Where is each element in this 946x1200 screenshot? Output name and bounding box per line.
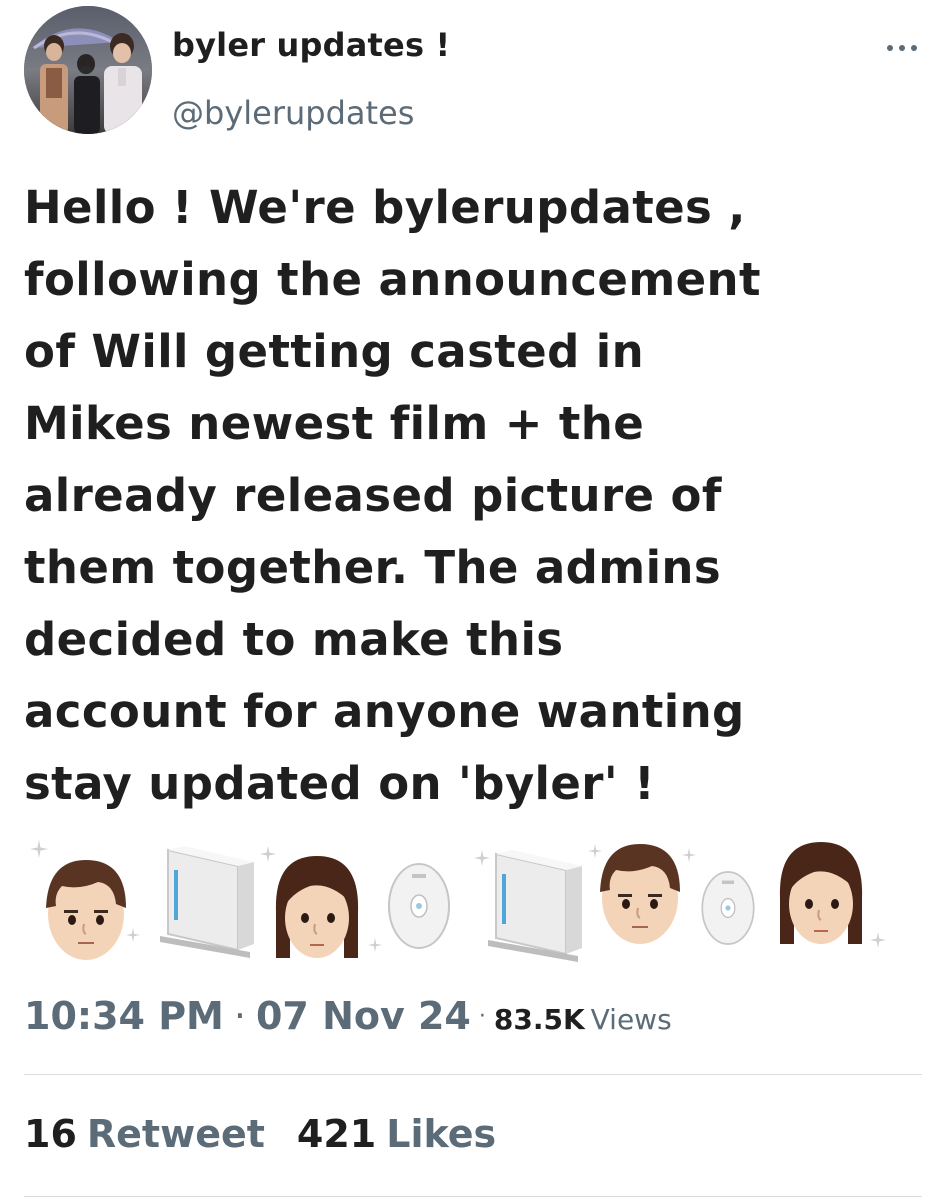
display-name[interactable]: byler updates ! <box>172 26 450 64</box>
views-label[interactable]: Views <box>591 1003 672 1036</box>
tweet-time[interactable]: 10:34 PM <box>24 994 224 1038</box>
wii-disc-icon <box>388 863 450 949</box>
tweet-date[interactable]: 07 Nov 24 <box>256 994 471 1038</box>
retweets-count[interactable]: 16 <box>24 1112 77 1156</box>
sparkle-icon <box>368 938 382 952</box>
tweet-stats: 16 Retweet 421 Likes <box>24 1112 496 1156</box>
retweets-label[interactable]: Retweet <box>87 1112 265 1156</box>
divider <box>24 1074 922 1075</box>
divider <box>24 1196 922 1197</box>
wii-console-icon <box>160 846 254 958</box>
meta-separator: · <box>233 994 246 1038</box>
emoji-row <box>22 820 922 990</box>
avatar[interactable] <box>24 6 152 134</box>
girl-mii-icon <box>275 856 359 958</box>
girl-mii-icon <box>779 842 863 944</box>
boy-mii-icon <box>600 844 680 944</box>
more-options-icon[interactable] <box>880 26 924 70</box>
boy-mii-icon <box>46 860 126 960</box>
wii-console-icon <box>488 850 582 962</box>
user-handle[interactable]: @bylerupdates <box>172 94 414 132</box>
profile-photo-icon <box>24 6 152 134</box>
wii-disc-icon <box>701 871 755 945</box>
tweet-header: byler updates ! @bylerupdates <box>20 6 926 136</box>
likes-label[interactable]: Likes <box>386 1112 496 1156</box>
meta-separator: · <box>478 1004 486 1029</box>
sparkle-icon <box>870 932 886 948</box>
tweet-text: Hello ! We're bylerupdates , following t… <box>24 181 761 810</box>
tweet-meta: 10:34 PM · 07 Nov 24 · 83.5K Views <box>24 994 672 1044</box>
views-count: 83.5K <box>493 1003 585 1036</box>
likes-count[interactable]: 421 <box>297 1112 376 1156</box>
